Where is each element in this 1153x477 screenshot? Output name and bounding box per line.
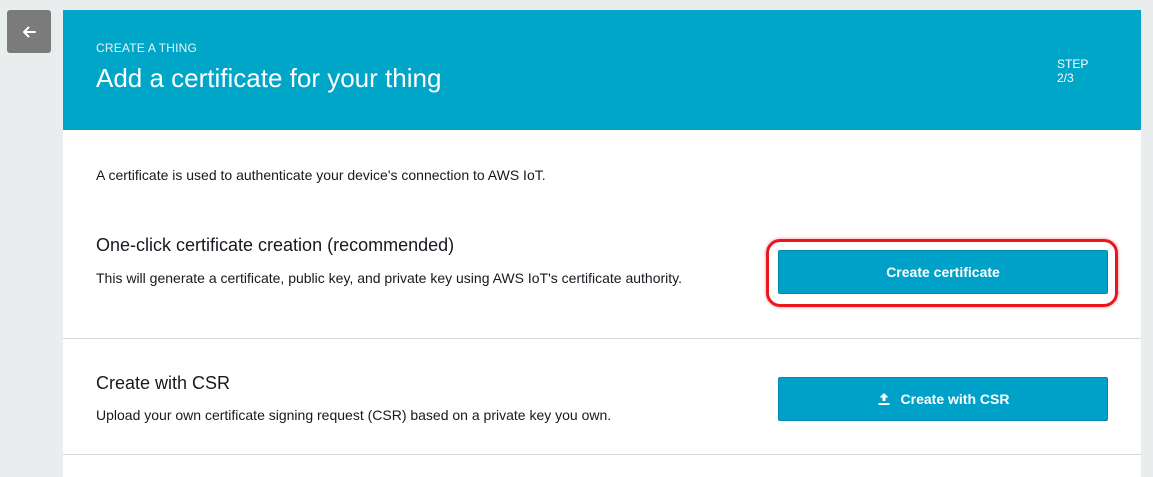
create-certificate-button[interactable]: Create certificate <box>778 250 1108 294</box>
step-indicator: STEP 2/3 <box>1057 57 1088 85</box>
create-with-csr-button[interactable]: Create with CSR <box>778 377 1108 421</box>
section-divider <box>63 338 1141 339</box>
csr-section-description: Upload your own certificate signing requ… <box>96 407 612 423</box>
csr-section-title: Create with CSR <box>96 373 231 393</box>
step-value: 2/3 <box>1057 71 1074 85</box>
upload-icon <box>877 392 891 406</box>
one-click-section-title: One-click certificate creation (recommen… <box>96 235 455 255</box>
section-divider <box>63 454 1141 455</box>
wizard-panel: CREATE A THING Add a certificate for you… <box>63 10 1141 477</box>
step-label: STEP <box>1057 57 1089 71</box>
one-click-section-description: This will generate a certificate, public… <box>96 270 683 286</box>
wizard-header: CREATE A THING Add a certificate for you… <box>63 10 1141 130</box>
create-certificate-button-label: Create certificate <box>886 264 1000 280</box>
header-eyebrow: CREATE A THING <box>96 41 198 55</box>
arrow-left-icon <box>23 26 36 37</box>
back-button[interactable] <box>7 10 51 53</box>
create-with-csr-button-label: Create with CSR <box>900 391 1010 407</box>
page-title: Add a certificate for your thing <box>96 63 442 93</box>
intro-text: A certificate is used to authenticate yo… <box>96 167 546 183</box>
